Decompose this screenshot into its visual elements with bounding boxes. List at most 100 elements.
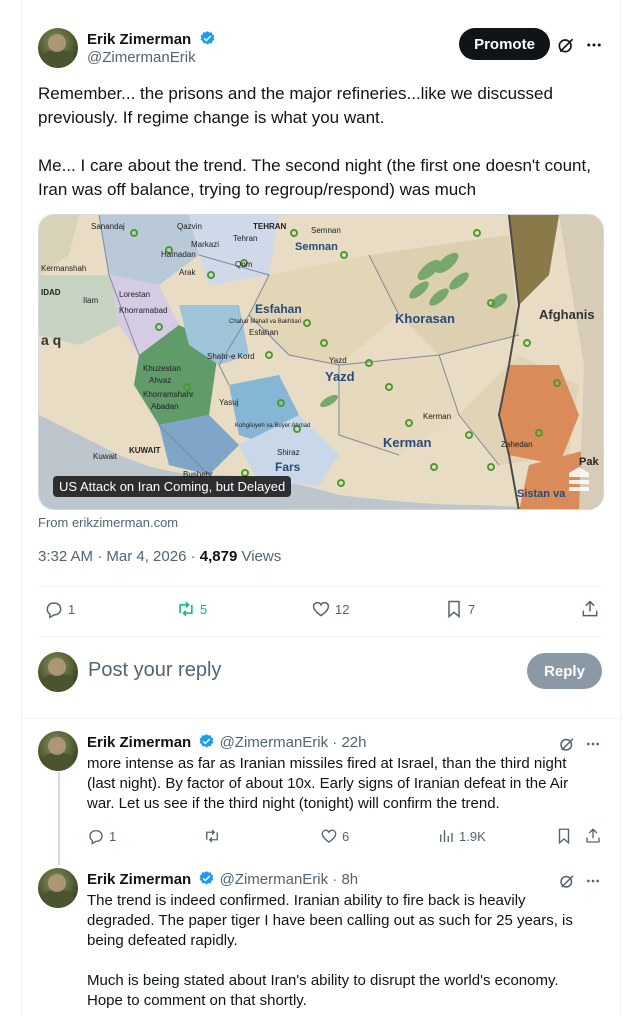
map-image: Semnan Esfahan Khorasan Yazd Kerman Fars… xyxy=(39,215,603,509)
grok-icon[interactable] xyxy=(557,734,577,754)
svg-text:Afghanis: Afghanis xyxy=(539,307,595,322)
svg-text:Fars: Fars xyxy=(275,460,301,474)
svg-text:Khuzestan: Khuzestan xyxy=(143,364,181,373)
reply-count: 1 xyxy=(109,828,117,844)
reply-icon xyxy=(46,602,62,619)
svg-text:Kerman: Kerman xyxy=(383,435,431,450)
reply-author-avatar[interactable] xyxy=(38,731,78,771)
svg-text:Arak: Arak xyxy=(179,268,196,277)
like-count: 12 xyxy=(335,601,350,617)
author-handle[interactable]: @ZimermanErik xyxy=(87,49,196,66)
svg-text:Kerman: Kerman xyxy=(423,412,451,421)
svg-text:a q: a q xyxy=(41,332,61,348)
share-action[interactable] xyxy=(580,599,600,619)
svg-text:Qom: Qom xyxy=(235,260,253,269)
grok-icon[interactable] xyxy=(555,34,577,56)
svg-text:TEHRAN: TEHRAN xyxy=(253,222,287,231)
svg-text:Ahvaz: Ahvaz xyxy=(149,376,171,385)
grok-icon[interactable] xyxy=(557,871,577,891)
verified-badge-icon xyxy=(199,871,214,885)
reply-handle-time[interactable]: @ZimermanErik · 8h xyxy=(220,871,359,888)
promote-button[interactable]: Promote xyxy=(459,28,550,60)
tweet-meta: 3:32 AM · Mar 4, 2026 · 4,879 Views xyxy=(38,548,281,565)
thread-line xyxy=(58,772,60,865)
svg-text:Chahar Mahall va Bakhtiari: Chahar Mahall va Bakhtiari xyxy=(229,319,301,325)
author-name-row[interactable]: Erik Zimerman xyxy=(87,30,216,49)
svg-text:Semnan: Semnan xyxy=(295,241,338,253)
svg-text:Sanandaj: Sanandaj xyxy=(91,222,125,231)
timestamp[interactable]: 3:32 AM · Mar 4, 2026 · xyxy=(38,548,200,565)
repost-action[interactable] xyxy=(203,827,221,845)
bookmark-action[interactable] xyxy=(555,827,573,845)
reply-text-paragraph-2: Much is being stated about Iran's abilit… xyxy=(87,972,559,1009)
author-name[interactable]: Erik Zimerman xyxy=(87,31,191,48)
svg-text:Semnan: Semnan xyxy=(311,226,341,235)
svg-text:KUWAIT: KUWAIT xyxy=(129,446,161,455)
reply-author-name[interactable]: Erik Zimerman xyxy=(87,871,191,888)
repost-icon xyxy=(179,601,193,617)
share-icon xyxy=(586,828,600,843)
repost-count: 5 xyxy=(200,601,208,617)
reply-header: Erik Zimerman @ZimermanErik · 8h xyxy=(87,870,358,888)
repost-icon xyxy=(206,829,218,843)
svg-text:Yazd: Yazd xyxy=(325,369,355,384)
repost-action[interactable]: 5 xyxy=(176,599,207,619)
svg-text:Kermanshah: Kermanshah xyxy=(41,264,86,273)
bookmark-action[interactable]: 7 xyxy=(444,599,475,619)
share-icon xyxy=(582,600,598,617)
reply-count: 1 xyxy=(68,601,76,617)
reply-input[interactable]: Post your reply xyxy=(88,659,221,682)
tweet-text-paragraph-2: Me... I care about the trend. The second… xyxy=(38,156,591,199)
svg-text:Yazd: Yazd xyxy=(329,356,347,365)
svg-text:Sistan va: Sistan va xyxy=(517,488,566,500)
reply-action[interactable]: 1 xyxy=(44,599,75,619)
more-icon[interactable] xyxy=(583,734,603,754)
svg-text:Khorasan: Khorasan xyxy=(395,311,455,326)
reply-text-paragraph-1: The trend is indeed confirmed. Iranian a… xyxy=(87,892,573,949)
views-count: 4,879 xyxy=(199,548,238,565)
tweet-text-paragraph-1: Remember... the prisons and the major re… xyxy=(38,84,553,127)
like-icon xyxy=(312,601,330,617)
like-action[interactable]: 6 xyxy=(320,827,349,845)
reply-header: Erik Zimerman @ZimermanErik · 22h xyxy=(87,733,367,751)
more-icon[interactable] xyxy=(583,871,603,891)
svg-text:Qazvin: Qazvin xyxy=(177,222,202,231)
bookmark-icon xyxy=(448,600,460,619)
bookmark-icon xyxy=(558,828,570,845)
verified-badge-icon xyxy=(200,31,215,45)
svg-text:Abadan: Abadan xyxy=(151,402,179,411)
reply-icon xyxy=(89,830,103,845)
reply-author-avatar[interactable] xyxy=(38,868,78,908)
svg-text:Esfahan: Esfahan xyxy=(249,328,278,337)
svg-text:Zahedan: Zahedan xyxy=(501,440,533,449)
svg-text:Lorestan: Lorestan xyxy=(119,290,150,299)
svg-text:Pak: Pak xyxy=(579,456,599,468)
svg-text:Yasuj: Yasuj xyxy=(219,398,239,407)
reply-author-name[interactable]: Erik Zimerman xyxy=(87,734,191,751)
divider xyxy=(38,636,602,637)
my-avatar[interactable] xyxy=(38,652,78,692)
more-icon[interactable] xyxy=(583,34,605,56)
views-icon xyxy=(440,830,453,842)
svg-text:Shiraz: Shiraz xyxy=(277,448,300,457)
reply-action[interactable]: 1 xyxy=(87,827,116,845)
svg-text:Esfahan: Esfahan xyxy=(255,302,302,316)
link-card[interactable]: Semnan Esfahan Khorasan Yazd Kerman Fars… xyxy=(38,214,604,510)
share-action[interactable] xyxy=(584,827,602,845)
bookmark-count: 7 xyxy=(468,601,476,617)
divider xyxy=(21,718,621,719)
author-avatar[interactable] xyxy=(38,28,78,68)
svg-text:Kuwait: Kuwait xyxy=(93,452,118,461)
views-action[interactable]: 1.9K xyxy=(437,827,486,845)
svg-text:Shahr-e Kord: Shahr-e Kord xyxy=(207,352,255,361)
reply-button[interactable]: Reply xyxy=(527,653,602,689)
card-source[interactable]: From erikzimerman.com xyxy=(38,515,178,530)
svg-text:Markazi: Markazi xyxy=(191,240,219,249)
views-count: 1.9K xyxy=(459,828,486,844)
like-icon xyxy=(321,829,337,843)
svg-text:Ilam: Ilam xyxy=(83,296,98,305)
reply-handle-time[interactable]: @ZimermanErik · 22h xyxy=(220,734,367,751)
divider xyxy=(38,586,602,587)
card-caption[interactable]: US Attack on Iran Coming, but Delayed xyxy=(53,476,292,497)
like-action[interactable]: 12 xyxy=(311,599,349,619)
